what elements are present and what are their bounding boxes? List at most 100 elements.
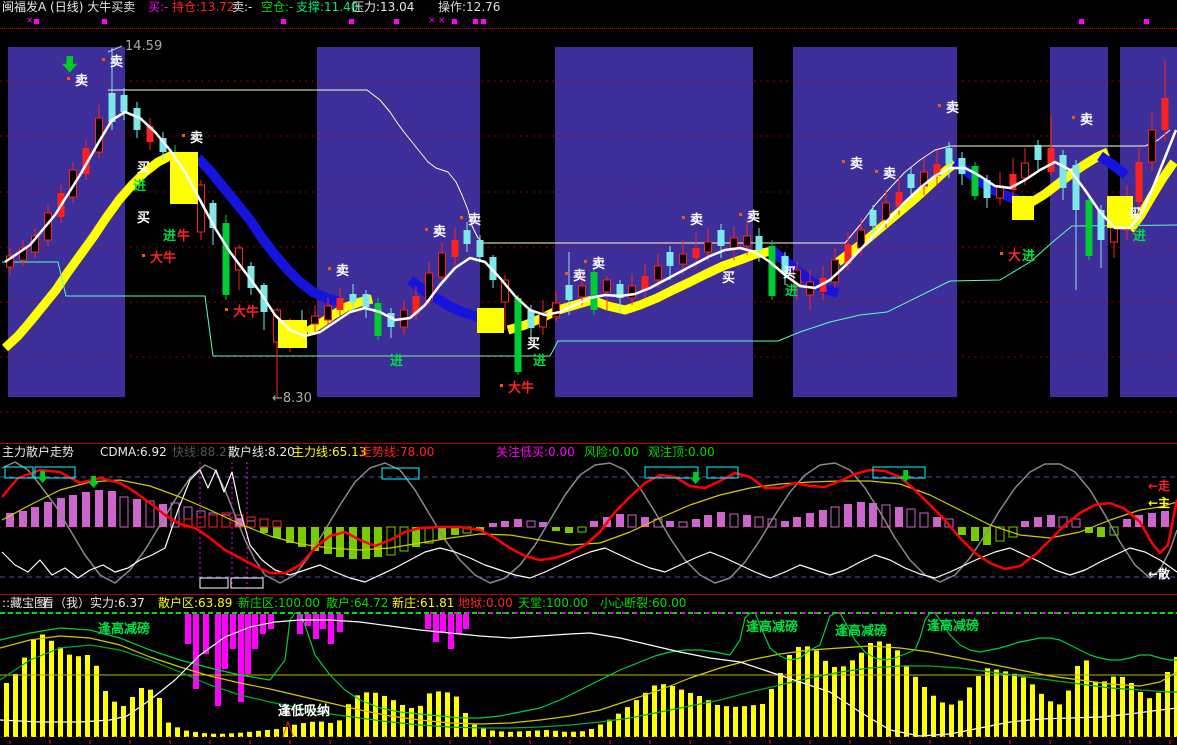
signal-label-牛: 牛 [177,228,190,244]
signal-square-icon [281,19,286,24]
indicator-bar [844,504,852,527]
volume-bar [634,700,639,737]
signal-label-卖: 卖 [468,212,481,228]
volume-bar [751,705,756,737]
panel3-chart[interactable]: 逢高减磅 逢高减磅 逢高减磅 逢高减磅逢低吸纳 [0,612,1177,745]
signal-x-icon: × [428,16,436,26]
indicator-bar [1047,515,1055,527]
signal-label-大牛: 大牛 [150,250,176,266]
indicator-bar [1071,518,1081,528]
signal-label-卖: 卖 [75,73,88,89]
indicator-value: 小心断裂:60.00 [600,596,687,610]
volume-bar [472,724,477,737]
volume-bar [544,730,549,737]
volume-bar [490,730,495,737]
volume-bar [814,650,819,737]
panel3-header: ::藏宝图 看（我）实力:6.37 散户区:63.89 新庄区:100.00 散户:64… [0,594,1177,613]
indicator-bar [1034,517,1042,527]
panel2-header: 主力散户走势 CDMA:6.92 快线:88.21 散户线:8.20 主力线:65.13… [0,443,1177,461]
volume-bar [769,689,774,737]
indicator-bar [958,527,966,535]
topbar-field: 持仓:13.72 [172,0,235,14]
candle [1072,165,1080,210]
panel2-chart[interactable]: ←走 ←主 ←散 [0,460,1177,594]
signal-square-icon [473,19,478,24]
volume-bar [652,685,657,737]
line-tag: ←走 [1148,478,1170,493]
signal-label-进: 进 [163,229,176,244]
indicator-bar [627,514,637,528]
volume-bar [58,647,63,737]
main-chart[interactable]: 卖卖卖卖卖卖卖卖卖 卖卖卖卖卖买买买买 买买进进 进进进进 牛大牛大牛大牛大 进14.59… [0,29,1177,441]
volume-bar [688,693,693,737]
candle [730,237,738,249]
candle [1110,227,1118,243]
signal-label-大牛: 大牛 [508,380,534,396]
volume-bar [229,733,234,737]
top-bar-spike [425,614,431,629]
volume-bar [1084,660,1089,737]
indicator-bar [743,515,751,527]
candle [324,305,332,321]
volume-bar [94,665,99,737]
advice-label: 逢高减磅 [98,621,150,637]
ladder-block [170,152,198,204]
volume-bar [1120,677,1125,737]
signal-label-进: 进 [1133,229,1146,244]
candle [666,252,674,266]
candle [349,294,357,302]
signal-square-icon [349,19,354,24]
top-bar-spike [440,614,446,632]
indicator-bar [526,520,536,528]
volume-bar [364,692,369,737]
indicator-bar [31,507,39,527]
volume-bar [184,730,189,737]
signal-label-卖: 卖 [1080,112,1093,128]
indicator-bar [971,527,979,541]
indicator-bar [57,498,65,527]
volume-bar [166,722,171,737]
advice-label: 逢高减磅 [835,623,887,639]
candle [590,272,598,310]
indicator-bar [819,510,827,527]
volume-bar [454,696,459,737]
signal-label-卖: 卖 [883,166,896,182]
top-bar-spike [448,614,454,649]
volume-bar [76,656,81,737]
volume-bar [121,706,126,737]
top-bar-spike [456,614,462,634]
volume-bar [1165,672,1170,737]
topbar-field: 空仓:- [261,0,294,14]
volume-bar [400,705,405,737]
volume-bar [67,654,72,737]
volume-bar [157,698,162,737]
top-bar-spike [185,614,191,644]
indicator-value: 地狱:0.00 [458,596,513,610]
candle [717,230,725,246]
volume-bar [1030,684,1035,737]
candle [755,236,763,250]
indicator-bar [183,506,193,528]
line-tag: ←散 [1148,566,1171,581]
signal-square-icon [1079,19,1084,24]
topbar-field: 操作:12.76 [438,0,501,14]
volume-bar [85,655,90,737]
indicator-value: 风险:0.00 [584,445,639,459]
signal-label-卖: 卖 [110,54,123,70]
volume-bar [319,721,324,737]
signal-label-卖: 卖 [946,100,959,116]
candle [945,148,953,164]
signal-square-icon [452,19,457,24]
indicator-bar [806,513,814,527]
volume-bar [724,706,729,737]
volume-bar [733,706,738,737]
top-bar-spike [215,614,221,706]
signal-label-进: 进 [133,179,146,194]
volume-bar [535,730,540,737]
volume-bar [382,695,387,737]
volume-bar [256,730,261,737]
topbar-field: 压力:13.04 [352,0,415,14]
volume-bar [202,733,207,737]
candle [578,285,586,298]
volume-bar [580,731,585,737]
